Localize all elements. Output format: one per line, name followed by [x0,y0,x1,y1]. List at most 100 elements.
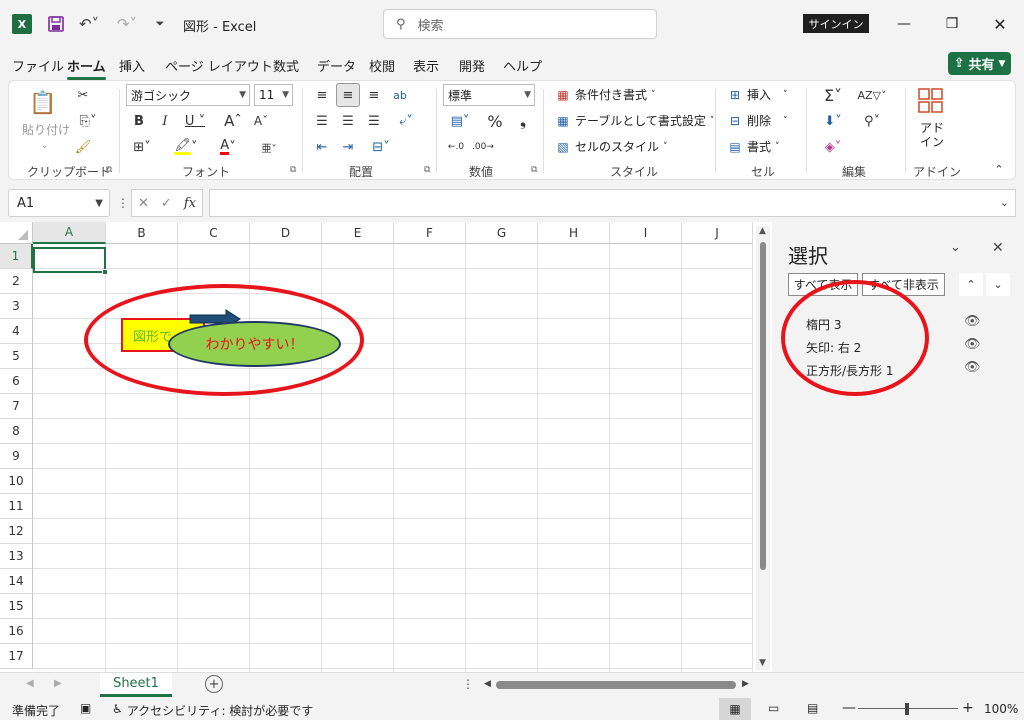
column-header[interactable]: C [178,222,250,244]
row-header[interactable]: 13 [0,544,33,569]
next-sheet-icon[interactable]: ▶ [54,678,62,689]
eye-icon[interactable]: 👁 [964,337,981,352]
cancel-icon[interactable]: ✕ [138,196,149,211]
wrap-text-icon[interactable]: ⤶˅ [390,111,422,131]
expand-formula-icon[interactable]: ⌄ [1000,196,1009,209]
comma-style-icon[interactable]: ❟ [513,111,533,131]
save-icon[interactable] [46,12,66,36]
italic-icon[interactable]: I [157,111,173,131]
column-header[interactable]: G [466,222,538,244]
row-header[interactable]: 16 [0,619,33,644]
row-header[interactable]: 9 [0,444,33,469]
zoom-out-icon[interactable]: — [842,700,856,716]
close-pane-icon[interactable]: ✕ [992,240,1004,256]
vertical-scrollbar[interactable]: ▲ ▼ [756,226,770,670]
row-header[interactable]: 6 [0,369,33,394]
percent-icon[interactable]: % [485,111,505,131]
fill-icon[interactable]: ⬇˅ [817,111,849,131]
row-header[interactable]: 2 [0,269,33,294]
format-painter-icon[interactable]: 🖌 [73,137,93,157]
fill-handle[interactable] [102,269,108,275]
accessibility-status[interactable]: ♿ アクセシビリティ: 検討が必要です [112,702,313,719]
page-break-view-icon[interactable]: ▤ [807,701,818,715]
row-header[interactable]: 12 [0,519,33,544]
addins-icon[interactable] [917,87,945,115]
align-bottom-icon[interactable]: ≡ [364,85,384,105]
zoom-in-icon[interactable]: + [962,700,974,716]
increase-indent-icon[interactable]: ⇥ [338,137,358,157]
row-header[interactable]: 4 [0,319,33,344]
collapse-ribbon-icon[interactable]: ⌃ [991,161,1007,177]
alignment-launcher-icon[interactable]: ⧉ [424,165,430,175]
font-name-select[interactable]: 游ゴシック ▼ [126,84,250,106]
tab-data[interactable]: データ [317,56,356,75]
font-size-select[interactable]: 11 ▼ [254,84,293,106]
row-header[interactable]: 1 [0,244,33,269]
row-header[interactable]: 10 [0,469,33,494]
tab-insert[interactable]: 挿入 [119,56,145,75]
column-header[interactable]: B [106,222,178,244]
restore-icon[interactable]: ❐ [940,12,964,36]
fill-color-icon[interactable]: 🖍 ˅ [169,137,203,157]
cell-styles-button[interactable]: ▧ セルのスタイル ˅ [555,138,667,155]
share-button[interactable]: ⇪ 共有 ▼ [948,52,1011,75]
row-header[interactable]: 8 [0,419,33,444]
addins-button[interactable]: アド イン [920,121,944,149]
spreadsheet-grid[interactable]: ABCDEFGHIJ 1 2 3 4 5 6 7 8 9 10 11 12 13 14 15 16 17 図形で… [0,222,772,672]
column-header[interactable]: H [538,222,610,244]
select-all-corner[interactable] [0,222,33,244]
align-left-icon[interactable]: ☰ [312,111,332,131]
page-layout-view-icon[interactable]: ▭ [768,701,779,715]
tab-home[interactable]: ホーム [67,56,106,80]
row-header[interactable]: 7 [0,394,33,419]
phonetic-icon[interactable]: 亜˅ [253,137,285,157]
paste-icon[interactable]: 📋 [27,87,59,119]
row-header[interactable]: 17 [0,644,33,669]
minimize-icon[interactable]: — [892,12,916,36]
row-header[interactable]: 15 [0,594,33,619]
macro-record-icon[interactable]: ▣ [80,701,91,715]
tab-developer[interactable]: 開発 [459,56,485,75]
enter-icon[interactable]: ✓ [161,196,172,211]
tab-page-layout[interactable]: ページ レイアウト [165,56,273,75]
pane-options-icon[interactable]: ⌄ [950,240,961,255]
redo-icon[interactable]: ↷˅ [114,12,140,36]
number-launcher-icon[interactable]: ⧉ [531,165,537,175]
clipboard-launcher-icon[interactable]: ⧉ [106,165,112,175]
row-header[interactable]: 3 [0,294,33,319]
number-format-select[interactable]: 標準 ▼ [443,84,535,106]
format-as-table-button[interactable]: ▦ テーブルとして書式設定 ˅ [555,112,714,129]
send-backward-icon[interactable]: ⌄ [986,273,1010,296]
tab-review[interactable]: 校閲 [369,56,395,75]
column-header[interactable]: A [33,222,106,244]
underline-icon[interactable]: U ˅ [181,111,209,131]
bring-forward-icon[interactable]: ⌃ [959,273,983,296]
clear-icon[interactable]: ◈˅ [817,137,849,157]
undo-icon[interactable]: ↶˅ [76,12,102,36]
sort-filter-icon[interactable]: AZ▽˅ [855,85,889,105]
align-top-icon[interactable]: ≡ [312,85,332,105]
scroll-left-icon[interactable]: ◀ [484,679,491,689]
tab-file[interactable]: ファイル [12,56,64,75]
column-header[interactable]: E [322,222,394,244]
search-input[interactable]: ⚲ 検索 [383,9,657,39]
active-cell[interactable] [33,247,108,275]
cut-icon[interactable]: ✂ [73,85,93,105]
shrink-font-icon[interactable]: Aˇ [251,111,271,131]
row-header[interactable]: 5 [0,344,33,369]
align-center-icon[interactable]: ☰ [338,111,358,131]
prev-sheet-icon[interactable]: ◀ [26,678,34,689]
column-header[interactable]: I [610,222,682,244]
borders-icon[interactable]: ⊞˅ [127,137,157,157]
tab-help[interactable]: ヘルプ [503,56,542,75]
tab-formulas[interactable]: 数式 [273,56,299,75]
bold-icon[interactable]: B [131,111,147,131]
customize-toolbar-icon[interactable]: ⏷ [152,12,168,36]
add-sheet-icon[interactable]: + [205,675,223,693]
zoom-slider-thumb[interactable] [905,703,909,715]
decrease-indent-icon[interactable]: ⇤ [312,137,332,157]
find-select-icon[interactable]: ⚲˅ [855,111,889,131]
scroll-right-icon[interactable]: ▶ [742,679,749,689]
paste-dropdown-icon[interactable]: ⌄ [41,141,49,151]
orientation-icon[interactable]: ab [390,85,410,105]
